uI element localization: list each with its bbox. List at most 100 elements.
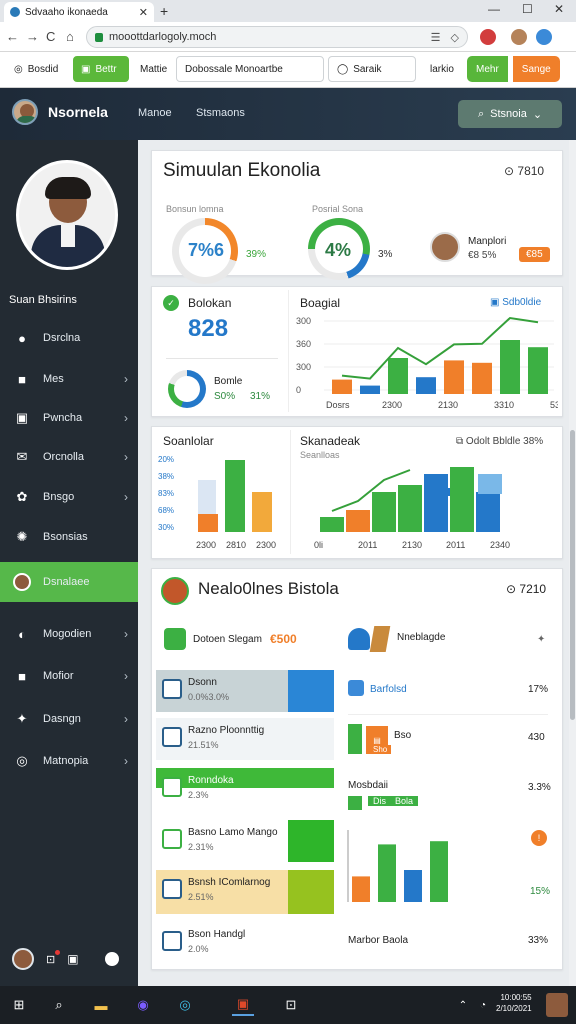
scrollbar-thumb[interactable] (570, 430, 575, 720)
sidebar-item-8[interactable]: ◐ Mogodien › (0, 614, 138, 654)
forward-icon[interactable]: → (26, 29, 39, 44)
user-avatar[interactable] (546, 993, 568, 1017)
chevron-right-icon: › (124, 450, 128, 464)
bookmark-1[interactable]: ◎ Bosdid (6, 56, 66, 82)
divider (290, 430, 291, 554)
sidebar-item-11[interactable]: ◎ Matnopia › (0, 741, 138, 781)
tray-chevron-icon[interactable]: ⌃ (452, 994, 474, 1016)
bookmark-icon: ◎ (14, 63, 23, 75)
bar (320, 517, 344, 532)
right-row-4-value: 15% (530, 886, 551, 897)
half-circle-icon: ◐ (18, 626, 26, 642)
profile-avatar-icon[interactable] (511, 29, 527, 45)
activity-row-left[interactable]: Ronndoka 2.3% (156, 768, 334, 814)
card-d-link[interactable]: ⧉ Odolt Bbldle 38% (456, 436, 543, 447)
activity-row-left[interactable]: Dsonn 0.0%3.0% (156, 670, 334, 712)
tab-close-icon[interactable]: ✕ (139, 6, 148, 19)
theme-toggle-icon[interactable] (104, 952, 119, 966)
activity-row-left[interactable]: Bsnsh IComlarnog 2.51% (156, 870, 334, 914)
bookmark-4[interactable]: Dobossale Monoartbe (176, 56, 324, 82)
activity-chart (347, 830, 448, 902)
chat-icon[interactable]: ◉ (132, 994, 154, 1016)
sidebar-item-1[interactable]: ● Dsrclna (0, 318, 138, 358)
bookmark-6[interactable]: larkio (422, 56, 462, 82)
header-nav-2[interactable]: Stsmaons (196, 107, 245, 119)
sidebar-item-label: Bsonsias (43, 531, 88, 543)
row-color-bar (288, 820, 334, 862)
divider (288, 290, 289, 412)
bookmark-3[interactable]: Mattie (132, 56, 175, 82)
header-nav-1[interactable]: Manoe (138, 107, 172, 119)
profile-name: Suan Bhsirins (9, 294, 77, 306)
external-link-icon: ▣ (490, 297, 500, 308)
sidebar-item-5[interactable]: ✿ Bnsgo › (0, 477, 138, 517)
search-icon: ⌕ (477, 107, 485, 120)
bookmark-star-icon[interactable]: ◇ (451, 31, 459, 44)
header-avatar[interactable] (12, 99, 38, 125)
reload-icon[interactable]: C (46, 29, 55, 44)
clock[interactable]: 10:00:55 2/10/2021 (496, 992, 532, 1014)
activity-row-left[interactable]: Razno Ploonnttig 21.51% (156, 718, 334, 760)
bookmark-5[interactable]: ◯ Saraik (328, 56, 416, 82)
maximize-icon[interactable]: ☐ (522, 2, 533, 16)
activity-score-value: 7210 (519, 582, 547, 596)
row-icon (162, 727, 182, 747)
left-header: Dotoen Slegam (193, 634, 262, 645)
sidebar-item-6[interactable]: ✺ Bsonsias (0, 517, 138, 557)
sidebar-item-4[interactable]: ✉ Orcnolla › (0, 437, 138, 477)
back-icon[interactable]: ← (6, 29, 19, 44)
header-action-button[interactable]: ⌕ Stsnoia ⌄ (458, 100, 562, 128)
app-icon[interactable]: ▣ (232, 994, 254, 1016)
activity-row-left[interactable]: Bson Handgl 2.0% (156, 922, 334, 958)
summary-avatar (430, 232, 460, 262)
y-tick-label: 360 (296, 339, 311, 349)
sidebar-item-7[interactable]: Dsnalaee (0, 562, 138, 602)
right-row-1-title[interactable]: Barfolsd (370, 684, 407, 695)
close-window-icon[interactable]: ✕ (554, 2, 564, 16)
split-right[interactable]: Sange (512, 56, 560, 82)
folder-icon[interactable]: ▬ (90, 994, 112, 1016)
sidebar-item-3[interactable]: ▣ Pwncha › (0, 398, 138, 438)
split-left[interactable]: Mehr (467, 56, 508, 82)
minimize-icon[interactable]: — (488, 2, 500, 16)
url-input[interactable]: mooottdarlogoly.moch ☰ ◇ (86, 26, 468, 48)
menu-icon[interactable]: ☰ (431, 31, 441, 44)
x-tick-label: 2130 (402, 540, 422, 550)
activity-row-left[interactable]: Basno Lamo Mango 2.31% (156, 820, 334, 862)
mail-icon: ✉ (16, 449, 28, 464)
notification-icon[interactable]: ⊡ (46, 949, 61, 966)
activity-avatar (161, 577, 189, 605)
clock-date: 2/10/2021 (496, 1004, 532, 1013)
sparkle-icon[interactable]: ✦ (537, 634, 545, 645)
summary-profile-label: Manplori (468, 236, 507, 247)
extension-icon[interactable] (480, 29, 496, 45)
avatar[interactable] (12, 948, 34, 970)
wifi-icon[interactable]: ◔ (472, 994, 494, 1016)
home-icon[interactable]: ⌂ (66, 29, 74, 44)
badge-icon[interactable]: ▣ (67, 952, 78, 966)
card-b-link-label: Sdb0ldie (502, 297, 542, 308)
shield-icon[interactable] (536, 29, 552, 45)
browser-tab[interactable]: Sdvaaho ikonaeda ✕ (4, 2, 154, 22)
new-tab-button[interactable]: + (160, 3, 168, 19)
split-bookmark[interactable]: Mehr Sange (467, 56, 560, 82)
sidebar-item-9[interactable]: ■ Mofior › (0, 656, 138, 696)
green-chip-icon (348, 796, 362, 810)
summary-title: Simuulan Ekonolia (163, 160, 321, 181)
x-tick-label: 2300 (196, 540, 216, 550)
gear-icon: ✺ (16, 529, 28, 544)
alert-icon[interactable]: ! (531, 830, 547, 846)
clock-time: 10:00:55 (500, 993, 532, 1002)
x-tick-label: 2810 (226, 540, 246, 550)
browser-icon[interactable]: ◎ (174, 994, 196, 1016)
store-icon[interactable]: ⊡ (280, 994, 302, 1016)
sidebar-item-2[interactable]: ■ Mes › (0, 359, 138, 399)
sidebar-item-10[interactable]: ✦ Dasngn › (0, 699, 138, 739)
bookmark-2[interactable]: ▣ Bettr (73, 56, 129, 82)
windows-start-icon[interactable]: ⊞ (8, 994, 30, 1016)
search-icon[interactable]: ⌕ (48, 994, 70, 1016)
card-b-link[interactable]: ▣ Sdb0ldie (490, 297, 541, 308)
tab-title: Sdvaaho ikonaeda (25, 6, 108, 18)
chevron-right-icon: › (124, 411, 128, 425)
flower-icon: ✿ (16, 489, 28, 504)
